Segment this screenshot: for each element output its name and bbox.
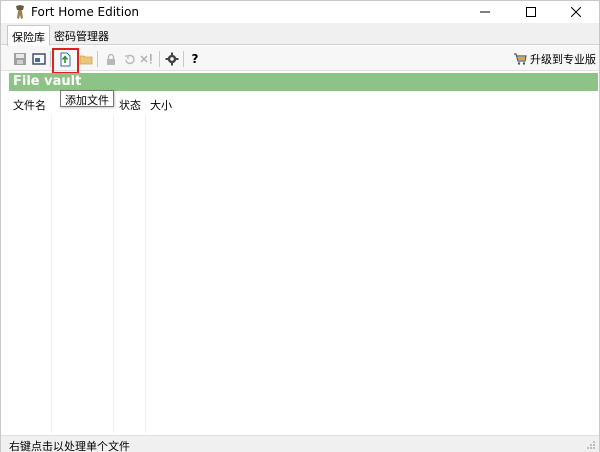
app-logo-icon	[16, 5, 24, 19]
upgrade-label: 升级到专业版	[530, 53, 596, 66]
close-button[interactable]	[553, 1, 599, 23]
vault-window-icon	[32, 53, 46, 65]
add-folder-button[interactable]	[77, 50, 95, 68]
tab-strip: 保险库 密码管理器	[1, 23, 599, 46]
save-button[interactable]	[11, 50, 29, 68]
save-icon	[14, 53, 26, 65]
toolbar: ? 升级到专业版	[1, 46, 599, 71]
toolbar-separator	[159, 51, 160, 67]
folder-icon	[79, 55, 93, 64]
minimize-button[interactable]	[462, 1, 508, 23]
gear-icon	[165, 52, 179, 66]
column-divider	[145, 115, 146, 433]
column-divider	[51, 115, 52, 433]
toolbar-separator	[97, 51, 98, 67]
status-text: 右键点击以处理单个文件	[9, 440, 130, 452]
add-file-tooltip: 添加文件	[60, 90, 114, 107]
column-divider	[113, 115, 114, 433]
delete-button[interactable]	[138, 50, 156, 68]
settings-button[interactable]	[163, 50, 181, 68]
undo-arrow-icon	[125, 54, 135, 65]
toolbar-separator	[183, 51, 184, 67]
add-file-highlight	[52, 48, 79, 74]
open-vault-button[interactable]	[30, 50, 48, 68]
column-header-status[interactable]: 状态	[119, 97, 141, 113]
resize-grip-icon[interactable]	[586, 440, 596, 450]
lock-button[interactable]	[102, 50, 120, 68]
toolbar-separator	[50, 51, 51, 67]
title-bar: Fort Home Edition	[1, 1, 599, 23]
file-list[interactable]: 文件名 状态 大小	[9, 93, 598, 435]
minimize-icon	[480, 11, 490, 13]
tab-vault[interactable]: 保险库	[7, 25, 50, 46]
restore-button[interactable]	[120, 50, 138, 68]
delete-x-icon	[140, 54, 152, 64]
maximize-icon	[526, 7, 536, 17]
status-bar: 右键点击以处理单个文件	[1, 435, 599, 452]
lock-icon	[107, 53, 115, 65]
upgrade-pro-button[interactable]: 升级到专业版	[513, 50, 596, 68]
maximize-button[interactable]	[508, 1, 554, 23]
app-window: Fort Home Edition 保险库 密码管理器 ? 升级到专业版 Fil…	[0, 0, 600, 452]
vault-title-banner: File vault	[9, 73, 598, 91]
close-icon	[571, 7, 581, 17]
cart-icon	[514, 53, 527, 65]
window-title: Fort Home Edition	[31, 5, 140, 19]
column-header-size[interactable]: 大小	[150, 97, 172, 113]
help-button[interactable]: ?	[186, 50, 204, 68]
tab-password-manager[interactable]: 密码管理器	[50, 25, 113, 45]
column-header-filename[interactable]: 文件名	[13, 97, 46, 113]
